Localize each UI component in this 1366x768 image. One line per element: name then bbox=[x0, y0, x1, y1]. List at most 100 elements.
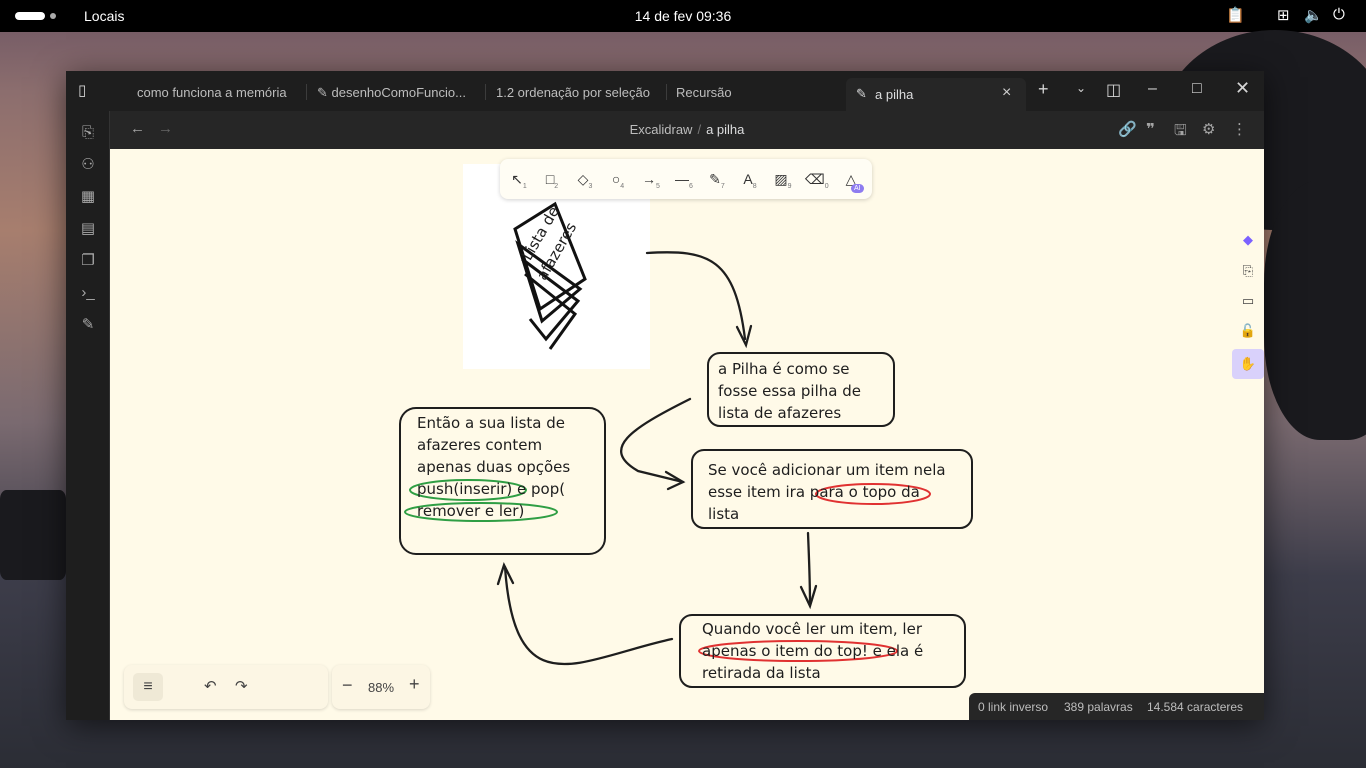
tab-bar: ▯ como funciona a memória ✎ desenhoComoF… bbox=[66, 71, 1264, 111]
zoom-panel: − 88% + bbox=[332, 665, 430, 709]
arrow-mid-to-bottom[interactable] bbox=[806, 531, 812, 606]
book-icon[interactable]: ▭ bbox=[1237, 290, 1259, 312]
text-line: push(inserir) e pop( bbox=[417, 480, 565, 498]
power-icon[interactable]: ⏻ bbox=[1333, 6, 1345, 23]
minimize-icon[interactable]: – bbox=[1148, 80, 1157, 98]
tab-divider bbox=[306, 84, 307, 100]
eraser-tool-icon[interactable]: ⌫0 bbox=[805, 169, 829, 190]
tab-label: desenhoComoFuncio... bbox=[331, 85, 466, 100]
arrow-tool-icon[interactable]: →5 bbox=[640, 169, 662, 190]
menu-icon[interactable]: ≡ bbox=[133, 673, 163, 701]
network-icon[interactable]: ⊞ bbox=[1277, 6, 1290, 24]
clipboard-icon[interactable]: 📋 bbox=[1226, 6, 1245, 24]
rectangle-tool-icon[interactable]: □2 bbox=[541, 169, 563, 190]
breadcrumb-parent[interactable]: Excalidraw bbox=[630, 122, 693, 137]
tab-desenho[interactable]: ✎ desenhoComoFuncio... bbox=[317, 81, 466, 105]
breadcrumb-current[interactable]: a pilha bbox=[706, 122, 744, 137]
right-sidebar-icon[interactable]: ◫ bbox=[1106, 80, 1121, 100]
new-file-icon[interactable]: ⎘ bbox=[1237, 260, 1259, 282]
excalidraw-icon: ✎ bbox=[317, 85, 332, 100]
building-silhouette bbox=[0, 490, 66, 580]
box-mid-text: Se você adicionar um item nela esse item… bbox=[708, 461, 946, 523]
char-count: 14.584 caracteres bbox=[1147, 700, 1244, 714]
calendar-icon[interactable]: ▤ bbox=[79, 220, 97, 238]
close-window-icon[interactable]: ✕ bbox=[1235, 78, 1250, 99]
redo-icon[interactable]: ↷ bbox=[235, 677, 248, 695]
arrowhead bbox=[799, 584, 818, 610]
volume-icon[interactable]: 🔈 bbox=[1304, 6, 1323, 24]
pencil-tool-icon[interactable]: ✎7 bbox=[706, 169, 728, 190]
tab-label: como funciona a memória bbox=[137, 85, 287, 100]
tab-memoria[interactable]: como funciona a memória bbox=[137, 81, 287, 105]
text-line: apenas o item do top! e ela é bbox=[702, 642, 923, 660]
lock-icon[interactable]: 🔓 bbox=[1237, 320, 1259, 342]
diamond-tool-icon[interactable]: ◇3 bbox=[574, 169, 596, 190]
sidebar-toggle-icon[interactable]: ▯ bbox=[78, 81, 86, 99]
view-header: ← → Excalidraw / a pilha 🔗 ❞ 🖫 ⚙ ⋮ bbox=[110, 111, 1264, 149]
arrow-top-to-mid[interactable] bbox=[620, 397, 692, 484]
status-bar: 0 link inverso 389 palavras 14.584 carac… bbox=[969, 693, 1264, 720]
zoom-level[interactable]: 88% bbox=[368, 680, 394, 695]
system-top-bar: Locais 14 de fev 09:36 📋 ⊞ 🔈 ⏻ bbox=[0, 0, 1366, 32]
excalidraw-toolbar: ↖1 □2 ◇3 ○4 →5 —6 ✎7 A8 ▨9 ⌫0 △ AI bbox=[500, 159, 872, 199]
excalidraw-icon[interactable]: ✎ bbox=[79, 316, 97, 334]
tab-label: 1.2 ordenação por seleção bbox=[496, 85, 650, 100]
arrow-image-to-box[interactable] bbox=[645, 251, 747, 341]
obsidian-icon[interactable]: ◆ bbox=[1237, 229, 1259, 251]
right-tools: ◆ ⎘ ▭ 🔓 ✋ bbox=[1232, 227, 1264, 379]
text-line: retirada da lista bbox=[702, 664, 821, 682]
tree-silhouette bbox=[1264, 180, 1366, 440]
zoom-out-icon[interactable]: − bbox=[342, 675, 353, 696]
tab-divider bbox=[666, 84, 667, 100]
text-line: remover e ler) bbox=[417, 502, 524, 520]
text-line: afazeres contem bbox=[417, 436, 542, 454]
zoom-in-icon[interactable]: + bbox=[409, 674, 420, 695]
arrow-bottom-to-left[interactable] bbox=[503, 565, 674, 666]
word-count: 389 palavras bbox=[1064, 700, 1133, 714]
save-icon[interactable]: 🖫 bbox=[1174, 120, 1187, 145]
more-options-icon[interactable]: ⋮ bbox=[1232, 120, 1247, 138]
text-line: Quando você ler um item, ler bbox=[702, 620, 923, 638]
selection-tool-icon[interactable]: ↖1 bbox=[508, 169, 530, 190]
clock[interactable]: 14 de fev 09:36 bbox=[0, 8, 1366, 24]
maximize-icon[interactable]: □ bbox=[1192, 80, 1202, 98]
chevron-down-icon[interactable]: ⌄ bbox=[1076, 81, 1086, 95]
drawing-svg: Lista de afazeres a Pilha é como se foss… bbox=[399, 164, 973, 688]
text-line: lista de afazeres bbox=[718, 404, 841, 422]
ai-badge: AI bbox=[851, 184, 864, 193]
graph-icon[interactable]: ⚇ bbox=[79, 156, 97, 174]
quote-icon[interactable]: ❞ bbox=[1146, 120, 1155, 138]
menu-undo-panel: ≡ ↶ ↷ bbox=[124, 665, 328, 709]
new-tab-icon[interactable]: + bbox=[1038, 79, 1049, 100]
breadcrumb-separator: / bbox=[697, 122, 702, 137]
text-line: Então a sua lista de bbox=[417, 414, 565, 432]
backlinks-count[interactable]: 0 link inverso bbox=[978, 700, 1048, 714]
tab-a-pilha[interactable]: ✎ a pilha × bbox=[846, 78, 1026, 111]
link-icon[interactable]: 🔗 bbox=[1118, 120, 1137, 138]
ellipse-tool-icon[interactable]: ○4 bbox=[607, 169, 629, 190]
text-line: a Pilha é como se bbox=[718, 360, 850, 378]
file-switch-icon[interactable]: ⎘ bbox=[79, 124, 97, 142]
tab-ordenacao[interactable]: 1.2 ordenação por seleção bbox=[496, 81, 650, 105]
hand-tool-icon[interactable]: ✋ bbox=[1232, 349, 1264, 379]
terminal-icon[interactable]: ›_ bbox=[79, 284, 97, 302]
canvas-icon[interactable]: ▦ bbox=[79, 188, 97, 206]
text-line: esse item ira para o topo da bbox=[708, 483, 920, 501]
templates-icon[interactable]: ❐ bbox=[79, 252, 97, 270]
text-line: lista bbox=[708, 505, 739, 523]
excalidraw-icon: ✎ bbox=[856, 86, 867, 101]
obsidian-window: ▯ como funciona a memória ✎ desenhoComoF… bbox=[66, 71, 1264, 720]
excalidraw-canvas[interactable]: Lista de afazeres a Pilha é como se foss… bbox=[110, 149, 1264, 720]
left-ribbon: ⎘ ⚇ ▦ ▤ ❐ ›_ ✎ bbox=[66, 111, 110, 720]
settings-icon[interactable]: ⚙ bbox=[1202, 120, 1215, 138]
box-bottom-text: Quando você ler um item, ler apenas o it… bbox=[702, 620, 923, 682]
image-tool-icon[interactable]: ▨9 bbox=[772, 169, 794, 190]
tab-label: a pilha bbox=[875, 87, 914, 102]
tab-recursao[interactable]: Recursão bbox=[676, 81, 732, 105]
tab-label: Recursão bbox=[676, 85, 732, 100]
undo-icon[interactable]: ↶ bbox=[204, 677, 217, 695]
text-tool-icon[interactable]: A8 bbox=[739, 169, 761, 190]
line-tool-icon[interactable]: —6 bbox=[673, 169, 695, 190]
close-icon[interactable]: × bbox=[1002, 84, 1011, 102]
box-left-text: Então a sua lista de afazeres contem ape… bbox=[417, 414, 570, 520]
